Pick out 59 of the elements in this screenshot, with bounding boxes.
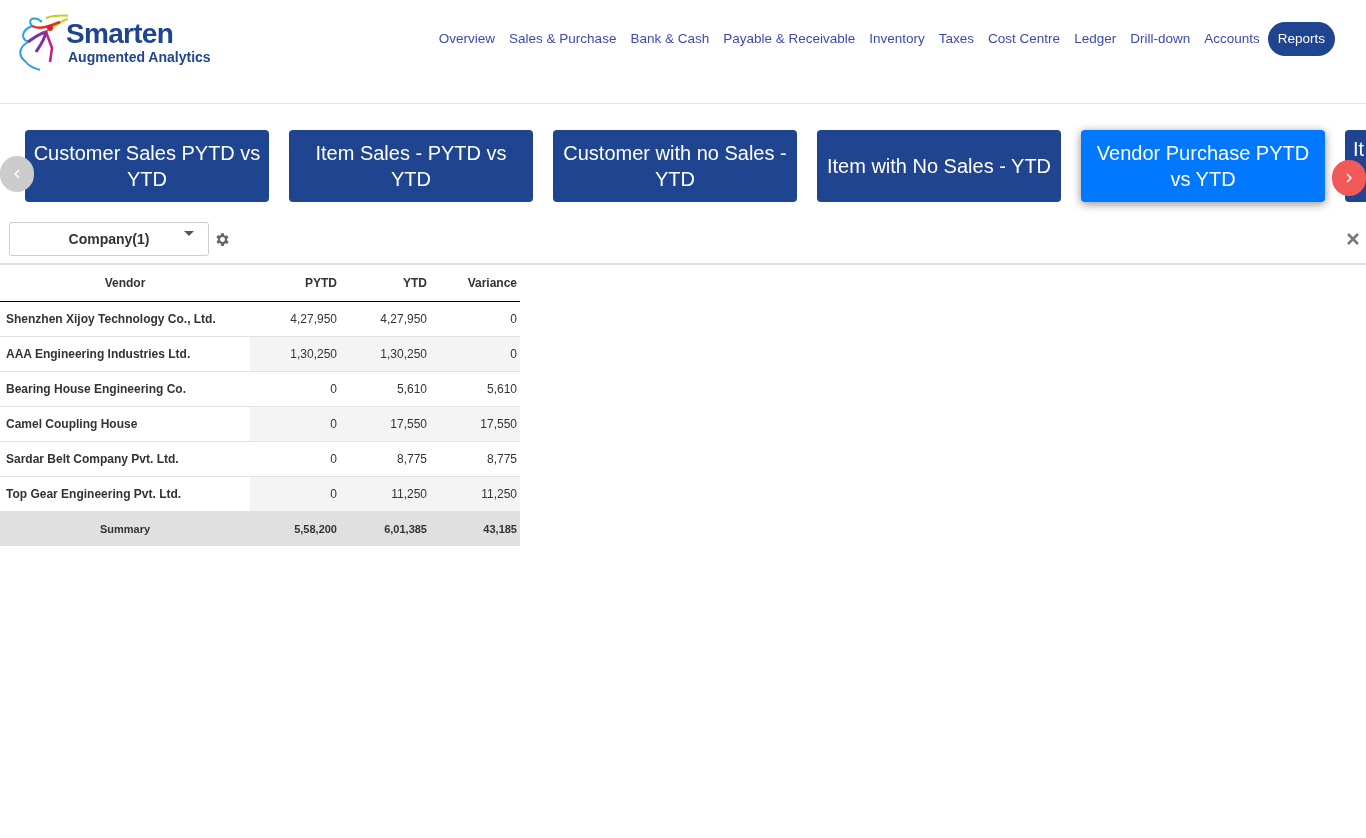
- nav-link[interactable]: Inventory: [863, 22, 931, 56]
- nav-link[interactable]: Accounts: [1198, 22, 1266, 56]
- table-cell: 0: [250, 371, 340, 406]
- table-cell: 1,30,250: [250, 336, 340, 371]
- logo-title: Smarten: [66, 19, 175, 49]
- column-header: YTD: [340, 266, 430, 301]
- nav-link[interactable]: Cost Centre: [982, 22, 1067, 56]
- table-cell: 8,775: [340, 441, 430, 476]
- table-cell: Camel Coupling House: [0, 406, 250, 441]
- logo-tagline: Augmented Analytics: [68, 49, 211, 65]
- table-cell: 8,775: [430, 441, 520, 476]
- gear-icon[interactable]: [214, 230, 231, 248]
- chevron-left-icon: [14, 169, 20, 179]
- table-cell: 17,550: [340, 406, 430, 441]
- summary-cell: Summary: [0, 511, 250, 546]
- previous-button[interactable]: [0, 156, 34, 192]
- table-cell: AAA Engineering Industries Ltd.: [0, 336, 250, 371]
- caret-icon: [184, 231, 194, 236]
- nav-link[interactable]: Ledger: [1068, 22, 1123, 56]
- nav-link[interactable]: Bank & Cash: [624, 22, 716, 56]
- summary-cell: 6,01,385: [340, 511, 430, 546]
- next-button[interactable]: [1332, 160, 1366, 196]
- summary-cell: 43,185: [430, 511, 520, 546]
- table-cell: 11,250: [430, 476, 520, 511]
- table-cell: 0: [250, 406, 340, 441]
- chevron-right-icon: [1346, 173, 1352, 183]
- table-cell: 1,30,250: [340, 336, 430, 371]
- table-cell: 0: [430, 301, 520, 336]
- nav-link[interactable]: Overview: [432, 22, 502, 56]
- logo-icon: [16, 12, 68, 72]
- report-card[interactable]: Item Sales - PYTD vs YTD: [289, 130, 533, 202]
- report-card[interactable]: Customer with no Sales - YTD: [553, 130, 797, 202]
- company-dropdown[interactable]: Company(1): [9, 222, 209, 256]
- table-cell: 4,27,950: [340, 301, 430, 336]
- report-card[interactable]: Customer Sales PYTD vs YTD: [25, 130, 269, 202]
- nav-link[interactable]: Sales & Purchase: [503, 22, 623, 56]
- column-header: PYTD: [250, 266, 340, 301]
- table-cell: 5,610: [340, 371, 430, 406]
- report-card[interactable]: Item with No Sales - YTD: [817, 130, 1061, 202]
- table-cell: 17,550: [430, 406, 520, 441]
- table-cell: 0: [250, 476, 340, 511]
- table-cell: 5,610: [430, 371, 520, 406]
- nav-link[interactable]: Reports: [1267, 22, 1335, 56]
- table-cell: Top Gear Engineering Pvt. Ltd.: [0, 476, 250, 511]
- table-cell: 4,27,950: [250, 301, 340, 336]
- table-cell: 11,250: [340, 476, 430, 511]
- report-card[interactable]: Vendor Purchase PYTD vs YTD: [1081, 130, 1325, 202]
- table-cell: Sardar Belt Company Pvt. Ltd.: [0, 441, 250, 476]
- summary-cell: 5,58,200: [250, 511, 340, 546]
- table-cell: Bearing House Engineering Co.: [0, 371, 250, 406]
- column-header: Variance: [430, 266, 520, 301]
- column-header: Vendor: [0, 266, 250, 301]
- table-cell: 0: [430, 336, 520, 371]
- nav-link[interactable]: Taxes: [932, 22, 981, 56]
- table-cell: Shenzhen Xijoy Technology Co., Ltd.: [0, 301, 250, 336]
- nav-link[interactable]: Drill-down: [1124, 22, 1197, 56]
- close-icon[interactable]: [1347, 233, 1359, 245]
- nav-link[interactable]: Payable & Receivable: [717, 22, 862, 56]
- table-cell: 0: [250, 441, 340, 476]
